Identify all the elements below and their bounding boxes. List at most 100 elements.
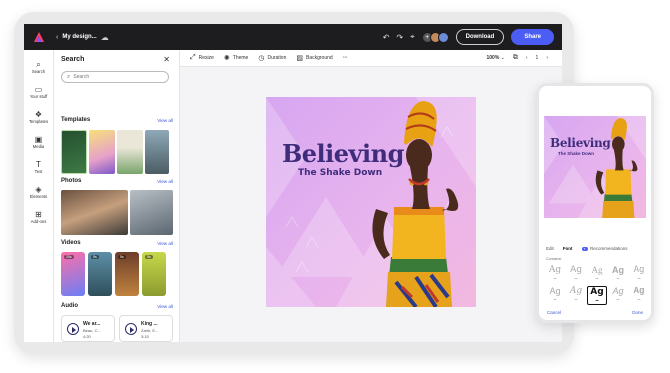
video-duration: 20s <box>64 255 74 259</box>
location-pin-icon[interactable]: ⌖ <box>410 32 415 42</box>
adobe-express-logo-icon[interactable] <box>32 30 46 44</box>
text-icon: T <box>36 159 41 169</box>
design-subheadline[interactable]: The Shake Down <box>298 168 382 178</box>
template-thumbnail[interactable] <box>145 130 169 174</box>
canvas-area: Believing The Shake Down <box>180 67 562 342</box>
font-name-line: ▬ <box>595 276 599 280</box>
duration-button[interactable]: ◷ Duration <box>258 54 286 62</box>
rail-item-your-stuff[interactable]: ▭ Your stuff <box>24 79 53 104</box>
download-button[interactable]: Download <box>455 29 505 45</box>
rail-item-label: Templates <box>28 118 49 124</box>
design-illustration <box>266 97 476 307</box>
audio-track-card[interactable]: We ar... Beau, C... 4:20 <box>61 315 115 342</box>
play-icon[interactable] <box>67 323 79 335</box>
rail-item-elements[interactable]: ◈ Elements <box>24 179 53 204</box>
video-duration: 5s <box>145 255 153 259</box>
audio-track-card[interactable]: King ... Zarih, E... 3:15 <box>119 315 173 342</box>
font-sample: Ag <box>549 286 561 296</box>
document-title[interactable]: My design... <box>62 34 96 40</box>
font-option[interactable]: Ag ▬ <box>566 265 586 284</box>
more-icon: ··· <box>342 55 348 61</box>
cancel-button[interactable]: Cancel <box>547 310 561 315</box>
zoom-level: 100% <box>486 55 500 61</box>
font-option[interactable]: Ag ▬ <box>629 265 649 284</box>
view-all-link[interactable]: View all <box>157 179 173 184</box>
video-duration: 5s <box>91 255 99 259</box>
template-thumbnail[interactable] <box>61 130 87 174</box>
search-placeholder: Search <box>73 74 90 80</box>
font-sample: Ag <box>612 265 624 275</box>
photo-thumbnail[interactable] <box>130 190 173 235</box>
view-all-link[interactable]: View all <box>157 304 173 309</box>
cloud-sync-icon[interactable]: ☁ <box>101 33 109 42</box>
template-thumbnail[interactable] <box>117 130 143 174</box>
video-thumbnail[interactable]: 5s <box>115 252 139 296</box>
tab-font[interactable]: Font <box>563 246 573 251</box>
font-sample: Ag <box>590 287 604 297</box>
phone-frame: Believing The Shake Down Edit Font ✦ Reco… <box>536 83 654 323</box>
pages-icon[interactable]: ⧉ <box>513 54 518 62</box>
left-rail: ⌕ Search ▭ Your stuff ❖ Templates ▣ Medi… <box>24 50 54 342</box>
avatar[interactable] <box>437 31 449 43</box>
prev-page-icon[interactable]: ‹ <box>526 55 528 61</box>
audio-section-header: Audio View all <box>61 303 173 309</box>
section-title: Photos <box>61 178 82 184</box>
background-button[interactable]: ▨ Background <box>296 54 332 62</box>
theme-icon: ✺ <box>223 55 230 62</box>
share-button[interactable]: Share <box>511 29 554 45</box>
audio-duration: 3:15 <box>141 334 149 339</box>
resize-button[interactable]: ⤢ Resize <box>190 54 214 62</box>
font-option[interactable]: Ag ▬ <box>608 265 628 284</box>
video-thumbnail[interactable]: 20s <box>61 252 85 296</box>
view-all-link[interactable]: View all <box>157 118 173 123</box>
font-sample: Ag <box>633 286 645 296</box>
video-thumbnail[interactable]: 5s <box>88 252 112 296</box>
background-icon: ▨ <box>296 55 303 62</box>
font-option[interactable]: Ag ▬ <box>545 286 565 305</box>
collaborator-avatars[interactable]: + <box>421 31 449 43</box>
theme-button[interactable]: ✺ Theme <box>224 54 248 62</box>
font-name-line: ▬ <box>553 297 557 301</box>
rail-item-search[interactable]: ⌕ Search <box>24 54 53 79</box>
audio-artist: Beau, C... <box>83 328 101 333</box>
undo-icon[interactable]: ↶ <box>383 33 390 42</box>
back-icon[interactable]: ‹ <box>56 34 58 41</box>
font-sample: Ag <box>569 286 583 296</box>
rail-item-label: Media <box>32 143 45 149</box>
phone-design-preview[interactable]: Believing The Shake Down <box>544 116 646 218</box>
video-thumbnail[interactable]: 5s <box>142 252 166 296</box>
section-title: Templates <box>61 117 91 123</box>
canvas-toolbar: ⤢ Resize ✺ Theme ◷ Duration ▨ Background… <box>180 50 562 67</box>
page-number: 1 <box>535 55 539 61</box>
zoom-dropdown[interactable]: 100% ⌄ <box>486 55 504 61</box>
rail-item-templates[interactable]: ❖ Templates <box>24 104 53 129</box>
font-option[interactable]: Ag ▬ <box>629 286 649 305</box>
tab-recommendations[interactable]: ✦ Recommendations <box>581 246 628 251</box>
rail-item-add-ons[interactable]: ⊞ Add-ons <box>24 204 53 229</box>
audio-artist: Zarih, E... <box>141 328 159 333</box>
font-option[interactable]: Ag ▬ <box>566 286 586 305</box>
view-all-link[interactable]: View all <box>157 241 173 246</box>
next-page-icon[interactable]: › <box>546 55 548 61</box>
tab-edit[interactable]: Edit <box>546 246 554 251</box>
duration-label: Duration <box>267 55 287 61</box>
font-option-selected[interactable]: Ag ▬ <box>587 286 607 305</box>
done-button[interactable]: Done <box>632 310 643 315</box>
photo-thumbnail[interactable] <box>61 190 128 235</box>
rail-item-media[interactable]: ▣ Media <box>24 129 53 154</box>
font-option[interactable]: Ag ▬ <box>587 265 607 284</box>
search-input[interactable]: ⌕ Search <box>61 71 169 83</box>
more-button[interactable]: ··· <box>343 55 348 61</box>
audio-title: King ... <box>141 321 158 327</box>
design-headline[interactable]: Believing <box>282 139 404 168</box>
redo-icon[interactable]: ↷ <box>396 33 403 42</box>
search-icon: ⌕ <box>67 73 71 80</box>
font-option[interactable]: Ag ▬ <box>545 265 565 284</box>
design-artboard[interactable]: Believing The Shake Down <box>266 97 476 307</box>
close-icon[interactable]: ✕ <box>163 55 170 64</box>
font-option[interactable]: Ag ▬ <box>608 286 628 305</box>
folder-icon: ▭ <box>34 84 43 94</box>
play-icon[interactable] <box>125 323 137 335</box>
rail-item-text[interactable]: T Text <box>24 154 53 179</box>
template-thumbnail[interactable] <box>89 130 115 174</box>
